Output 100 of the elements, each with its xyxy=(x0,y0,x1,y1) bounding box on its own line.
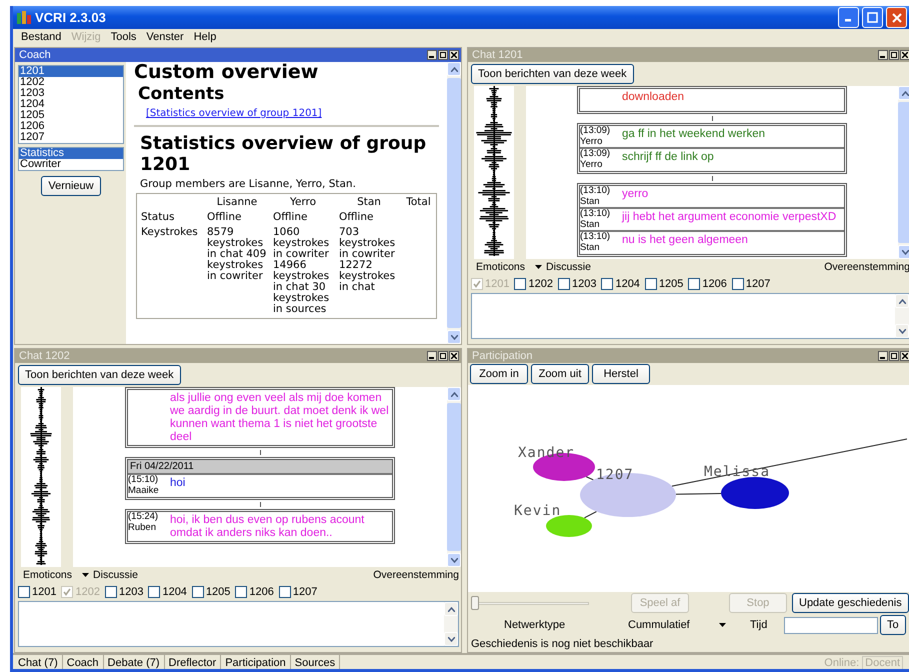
maximize-button[interactable] xyxy=(438,351,448,361)
minimize-button[interactable] xyxy=(427,351,437,361)
group-checkbox[interactable]: 1206 xyxy=(688,278,727,290)
close-button[interactable] xyxy=(449,50,459,60)
agreement-label[interactable]: Overeenstemming xyxy=(824,261,909,273)
group-checkbox[interactable]: 1201 xyxy=(18,586,56,598)
graph-toolbar-button[interactable]: Herstel xyxy=(592,364,650,384)
column-header: Stan xyxy=(356,196,382,209)
minimize-button[interactable] xyxy=(878,50,888,60)
message-author: Maaike xyxy=(128,486,160,496)
table-cell-text: Offline xyxy=(338,211,374,224)
close-icon xyxy=(892,12,902,22)
scroll-down-button[interactable] xyxy=(447,553,461,567)
message-time: (13:09) xyxy=(580,126,612,136)
dropdown-caret-icon xyxy=(719,623,726,627)
mode-dropdown[interactable]: Discussie xyxy=(93,569,138,581)
emoticons-menu[interactable]: Emoticons xyxy=(23,569,72,581)
mode-dropdown[interactable]: Discussie xyxy=(546,261,591,273)
section-heading: Statistics overview of group 1201 xyxy=(139,133,428,175)
report-heading: Custom overview xyxy=(134,62,320,82)
window-tab[interactable]: Dreflector xyxy=(164,655,222,669)
time-label: Tijd xyxy=(749,619,768,631)
scrollbar[interactable] xyxy=(898,86,909,259)
view-list-item[interactable]: Statistics xyxy=(19,148,123,159)
dropdown-caret-icon[interactable] xyxy=(82,573,90,577)
scroll-down-button[interactable] xyxy=(444,632,458,646)
minimize-button[interactable] xyxy=(878,351,888,361)
member-node[interactable] xyxy=(546,515,592,537)
maximize-button[interactable] xyxy=(438,50,448,60)
dropdown-caret-icon[interactable] xyxy=(535,265,542,269)
group-checkbox[interactable]: 1202 xyxy=(514,278,553,290)
scroll-down-button[interactable] xyxy=(447,330,461,344)
table-cell-text: 703 keystrokes in cowriter 12272 keystrokes in chat xyxy=(338,226,396,295)
scroll-up-button[interactable] xyxy=(895,294,909,308)
scroll-up-button[interactable] xyxy=(447,62,461,76)
group-checkbox[interactable]: 1205 xyxy=(192,586,230,598)
scrollbar[interactable] xyxy=(444,602,458,646)
maximize-button[interactable] xyxy=(889,50,899,60)
scrollbar[interactable] xyxy=(447,387,461,567)
close-icon xyxy=(451,52,457,58)
scrollbar[interactable] xyxy=(895,294,909,338)
time-field[interactable] xyxy=(784,616,878,634)
panel-title: Coach xyxy=(19,49,52,61)
message-author: Stan xyxy=(580,196,601,207)
message-field[interactable] xyxy=(18,601,459,647)
window-tab[interactable]: Chat (7) xyxy=(14,655,63,669)
connector-line xyxy=(584,511,597,518)
network-type-dropdown[interactable]: Cummulatief xyxy=(628,619,730,631)
graph-toolbar-button[interactable]: Zoom in xyxy=(470,364,528,384)
report-link[interactable]: [Statistics overview of group 1201] xyxy=(146,108,322,119)
window-tab[interactable]: Debate (7) xyxy=(104,655,165,669)
group-list-item[interactable]: 1201 xyxy=(19,66,123,77)
online-user-field: Docent xyxy=(862,656,903,669)
message-text: nu is het geen algemeen xyxy=(621,233,749,248)
group-checkbox[interactable]: 1206 xyxy=(235,586,274,598)
menu-item[interactable]: Tools xyxy=(106,31,142,43)
group-checkbox[interactable]: 1207 xyxy=(732,278,770,290)
group-checkbox[interactable]: 1203 xyxy=(104,586,144,598)
update-history-button[interactable]: Update geschiedenis xyxy=(792,593,909,613)
message-time: (13:10) xyxy=(580,232,612,242)
group-checkbox[interactable]: 1207 xyxy=(278,586,318,598)
scrollbar[interactable] xyxy=(447,62,461,344)
message-field[interactable] xyxy=(471,293,909,339)
show-week-button[interactable]: Toon berichten van deze week xyxy=(471,64,634,84)
close-button[interactable] xyxy=(900,351,909,361)
group-checkbox[interactable]: 1204 xyxy=(601,278,640,290)
scroll-down-button[interactable] xyxy=(898,245,909,259)
date-header: Fri 04/22/2011 xyxy=(128,460,392,475)
message-author: Stan xyxy=(580,242,601,253)
refresh-button[interactable]: Vernieuw xyxy=(41,176,101,196)
graph-toolbar-button[interactable]: Zoom uit xyxy=(531,364,589,384)
window-tab[interactable]: Sources xyxy=(290,655,340,669)
scroll-down-button[interactable] xyxy=(895,324,909,338)
menu-item[interactable]: Bestand xyxy=(16,31,66,43)
agreement-label[interactable]: Overeenstemming xyxy=(373,569,459,581)
group-checkbox[interactable]: 1205 xyxy=(644,278,684,290)
scroll-up-button[interactable] xyxy=(444,602,458,616)
minimize-button[interactable] xyxy=(427,50,437,60)
window-tab[interactable]: Coach xyxy=(62,655,104,669)
column-header: Total xyxy=(405,196,432,209)
close-button[interactable] xyxy=(900,50,909,60)
message-author: Yerro xyxy=(580,160,604,170)
member-node[interactable] xyxy=(721,477,789,509)
checkmark-icon xyxy=(473,280,481,288)
window-tab[interactable]: Participation xyxy=(221,655,291,669)
timeline-slider[interactable] xyxy=(471,596,589,610)
history-status: Geschiedenis is nog niet beschikbaar xyxy=(470,637,654,652)
close-button[interactable] xyxy=(449,351,459,361)
group-checkbox[interactable]: 1204 xyxy=(148,586,187,598)
emoticons-menu[interactable]: Emoticons xyxy=(476,261,526,273)
to-button[interactable]: To xyxy=(880,615,906,635)
show-week-button[interactable]: Toon berichten van deze week xyxy=(18,365,181,385)
maximize-button[interactable] xyxy=(889,351,899,361)
group-checkbox[interactable]: 1203 xyxy=(558,278,596,290)
scroll-up-button[interactable] xyxy=(898,86,909,100)
message-text: downloaden xyxy=(621,90,686,105)
scroll-up-button[interactable] xyxy=(447,387,461,401)
maximize-icon xyxy=(891,353,897,359)
menu-item[interactable]: Venster xyxy=(141,31,189,43)
menu-item[interactable]: Help xyxy=(188,31,222,43)
